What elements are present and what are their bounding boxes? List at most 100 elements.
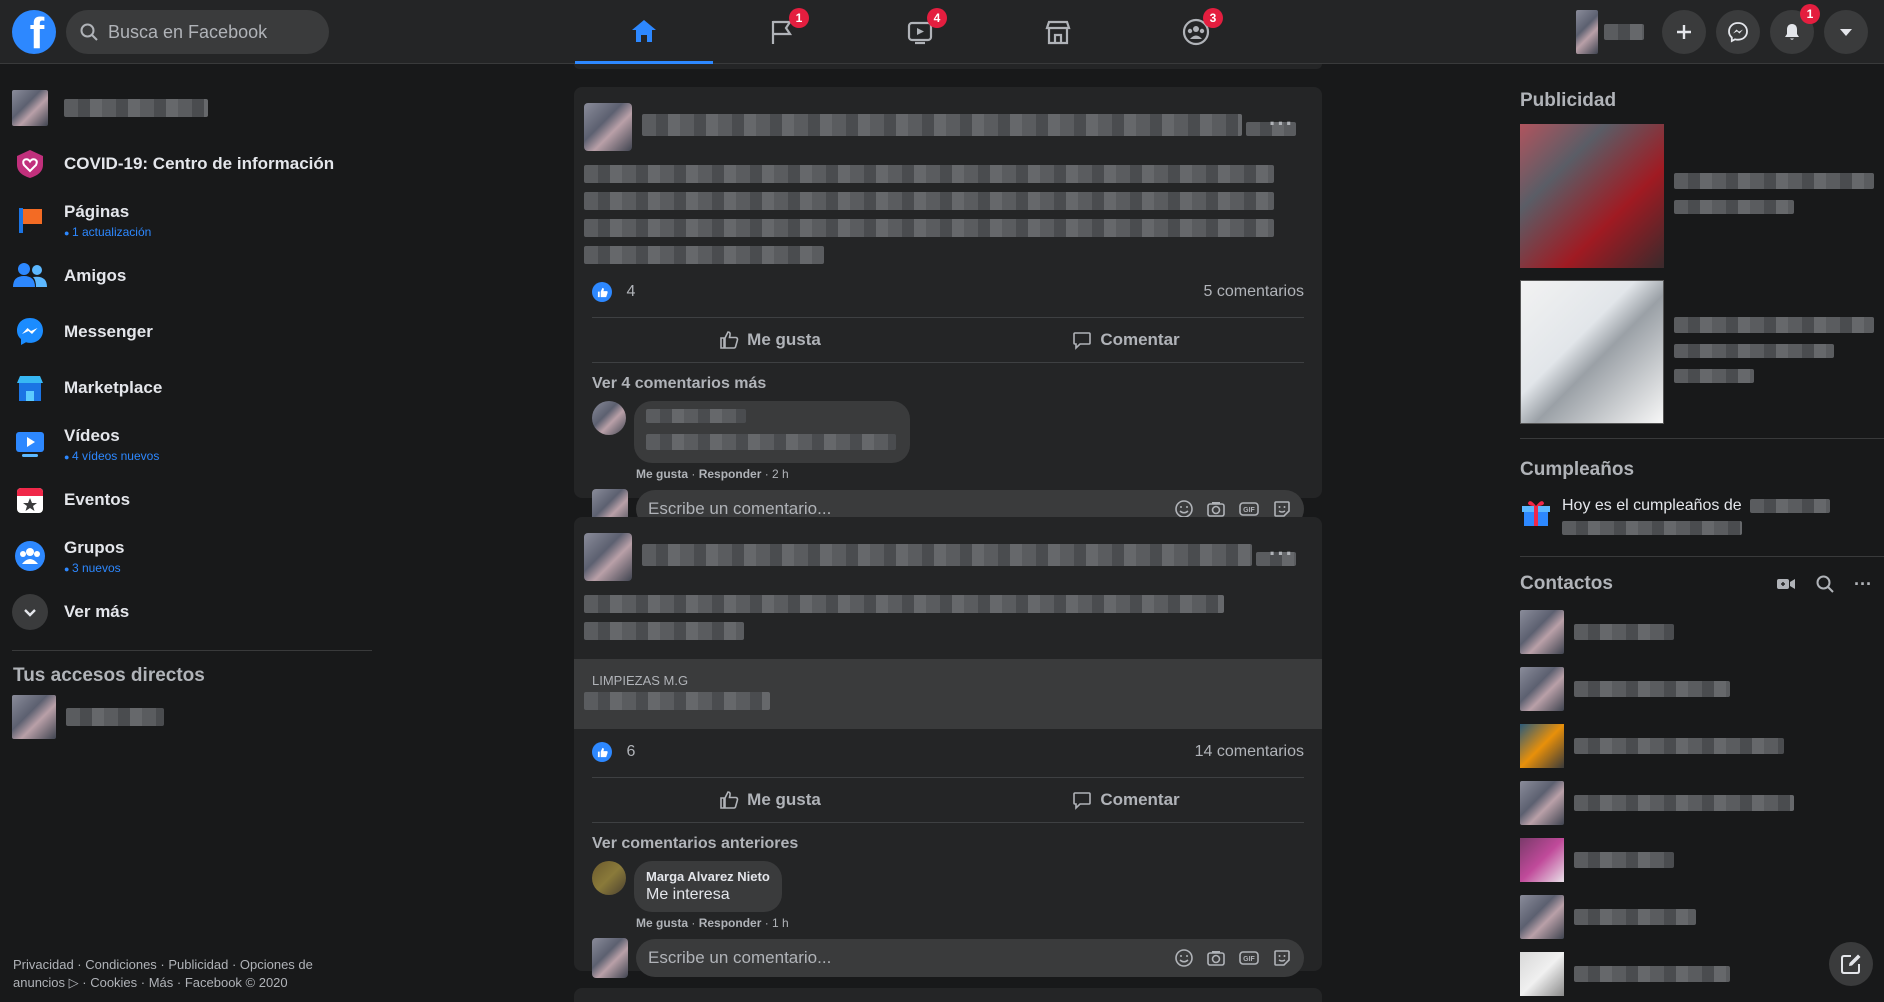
plus-icon — [1677, 25, 1691, 39]
like-count: 6 — [626, 743, 636, 761]
gif-icon[interactable]: GIF — [1238, 499, 1260, 519]
right-divider — [1520, 556, 1884, 557]
view-more-comments[interactable]: Ver 4 comentarios más — [574, 363, 1322, 401]
sidebar-item-groups[interactable]: Grupos 3 nuevos — [0, 528, 380, 584]
feed-post: ··· 4 5 comentarios Me gusta Comentar Ve… — [574, 87, 1322, 529]
sidebar-item-pages[interactable]: Páginas 1 actualización — [0, 192, 380, 248]
sidebar-item-videos[interactable]: Vídeos 4 vídeos nuevos — [0, 416, 380, 472]
tab-groups[interactable]: 3 — [1127, 0, 1265, 64]
comment-reply-link[interactable]: Responder — [699, 467, 762, 481]
account-menu-button[interactable] — [1824, 10, 1868, 54]
create-button[interactable] — [1662, 10, 1706, 54]
sidebar-item-friends[interactable]: Amigos — [0, 248, 380, 304]
sidebar-item-covid[interactable]: COVID-19: Centro de información — [0, 136, 380, 192]
sponsored-ad[interactable] — [1520, 124, 1884, 268]
comment-input[interactable]: Escribe un comentario... GIF — [636, 939, 1304, 977]
contact-item[interactable] — [1508, 603, 1884, 660]
camera-icon[interactable] — [1206, 948, 1226, 968]
post-author-avatar[interactable] — [584, 103, 632, 151]
reaction-summary[interactable]: 4 — [592, 282, 635, 302]
contact-item[interactable] — [1508, 888, 1884, 945]
sponsored-title: Publicidad — [1520, 90, 1617, 111]
comment-button[interactable]: Comentar — [948, 778, 1304, 822]
profile-chip[interactable] — [1576, 10, 1644, 54]
profile-name-blurred — [64, 99, 208, 117]
tab-home[interactable] — [575, 0, 713, 64]
messenger-button[interactable] — [1716, 10, 1760, 54]
contact-item[interactable] — [1508, 945, 1884, 1002]
sponsored-ad[interactable] — [1520, 280, 1884, 424]
svg-text:GIF: GIF — [1243, 507, 1255, 514]
sidebar-item-marketplace[interactable]: Marketplace — [0, 360, 380, 416]
contacts-header: Contactos ··· — [1508, 573, 1884, 595]
sidebar-item-see-more[interactable]: Ver más — [0, 584, 380, 640]
tab-pages[interactable]: 1 — [713, 0, 851, 64]
feed-post: ··· LIMPIEZAS M.G 6 14 comentarios Me gu… — [574, 517, 1322, 978]
contact-item[interactable] — [1508, 831, 1884, 888]
contact-name-blurred — [1574, 965, 1730, 982]
sticker-icon[interactable] — [1272, 499, 1292, 519]
compose-icon — [1841, 954, 1861, 974]
post-options-button[interactable]: ··· — [1269, 111, 1294, 137]
contact-item[interactable] — [1508, 717, 1884, 774]
commenter-avatar[interactable] — [592, 861, 626, 895]
tab-marketplace[interactable] — [989, 0, 1127, 64]
right-sidebar: Publicidad Cumpleaños Hoy es el cumpleañ… — [1508, 64, 1884, 1002]
ad-image-2 — [1520, 280, 1664, 424]
groups-badge: 3 — [1203, 8, 1223, 28]
contact-item[interactable] — [1508, 660, 1884, 717]
commenter-name[interactable]: Marga Alvarez Nieto — [646, 869, 770, 884]
comment-like-link[interactable]: Me gusta — [636, 916, 688, 930]
search-placeholder: Busca en Facebook — [108, 21, 268, 42]
birthday-item[interactable]: Hoy es el cumpleaños de — [1508, 481, 1884, 540]
sidebar-item-messenger[interactable]: Messenger — [0, 304, 380, 360]
comment-placeholder: Escribe un comentario... — [648, 499, 832, 518]
shortcut-item[interactable] — [0, 695, 380, 739]
sidebar-item-profile[interactable] — [0, 80, 380, 136]
post-author-avatar[interactable] — [584, 533, 632, 581]
search-icon[interactable] — [1816, 575, 1834, 593]
contact-avatar — [1520, 951, 1564, 996]
contact-item[interactable] — [1508, 774, 1884, 831]
search-input[interactable]: Busca en Facebook — [66, 10, 329, 54]
sidebar-item-label: Eventos — [64, 490, 131, 509]
contact-avatar — [1520, 666, 1564, 711]
comment-reply-link[interactable]: Responder — [699, 916, 762, 930]
tab-watch[interactable]: 4 — [851, 0, 989, 64]
caret-down-icon — [1840, 29, 1852, 36]
like-button[interactable]: Me gusta — [592, 318, 948, 362]
comment-button[interactable]: Comentar — [948, 318, 1304, 362]
footer-links[interactable]: Privacidad · Condiciones · Publicidad · … — [13, 956, 353, 992]
more-options-icon[interactable]: ··· — [1854, 574, 1872, 595]
gift-icon — [1522, 501, 1550, 526]
notifications-button[interactable]: 1 — [1770, 4, 1820, 54]
reaction-summary[interactable]: 6 — [592, 742, 635, 762]
post-options-button[interactable]: ··· — [1269, 541, 1294, 567]
commenter-avatar[interactable] — [592, 401, 626, 435]
emoji-icon[interactable] — [1174, 499, 1194, 519]
link-preview[interactable]: LIMPIEZAS M.G — [574, 659, 1322, 729]
comment-time: 2 h — [772, 467, 789, 481]
header-actions: 1 — [1576, 4, 1868, 54]
comments-count[interactable]: 14 comentarios — [1195, 743, 1304, 761]
video-call-icon[interactable] — [1776, 576, 1796, 592]
search-icon — [80, 23, 98, 41]
sidebar-item-events[interactable]: Eventos — [0, 472, 380, 528]
new-message-button[interactable] — [1829, 942, 1873, 986]
ad-title-blurred — [1674, 316, 1874, 333]
messenger-icon — [12, 314, 48, 350]
like-button[interactable]: Me gusta — [592, 778, 948, 822]
comments-count[interactable]: 5 comentarios — [1204, 283, 1305, 301]
shortcuts-title: Tus accesos directos — [13, 665, 205, 686]
facebook-logo[interactable]: f — [12, 10, 56, 54]
main-nav: 1 4 3 — [575, 0, 1265, 64]
birthday-more-blurred — [1562, 521, 1742, 535]
sticker-icon[interactable] — [1272, 948, 1292, 968]
comment-like-link[interactable]: Me gusta — [636, 467, 688, 481]
comment-bubble — [634, 401, 910, 463]
camera-icon[interactable] — [1206, 499, 1226, 519]
gif-icon[interactable]: GIF — [1238, 948, 1260, 968]
emoji-icon[interactable] — [1174, 948, 1194, 968]
view-previous-comments[interactable]: Ver comentarios anteriores — [574, 823, 1322, 861]
sidebar-item-label: Grupos — [64, 537, 125, 557]
